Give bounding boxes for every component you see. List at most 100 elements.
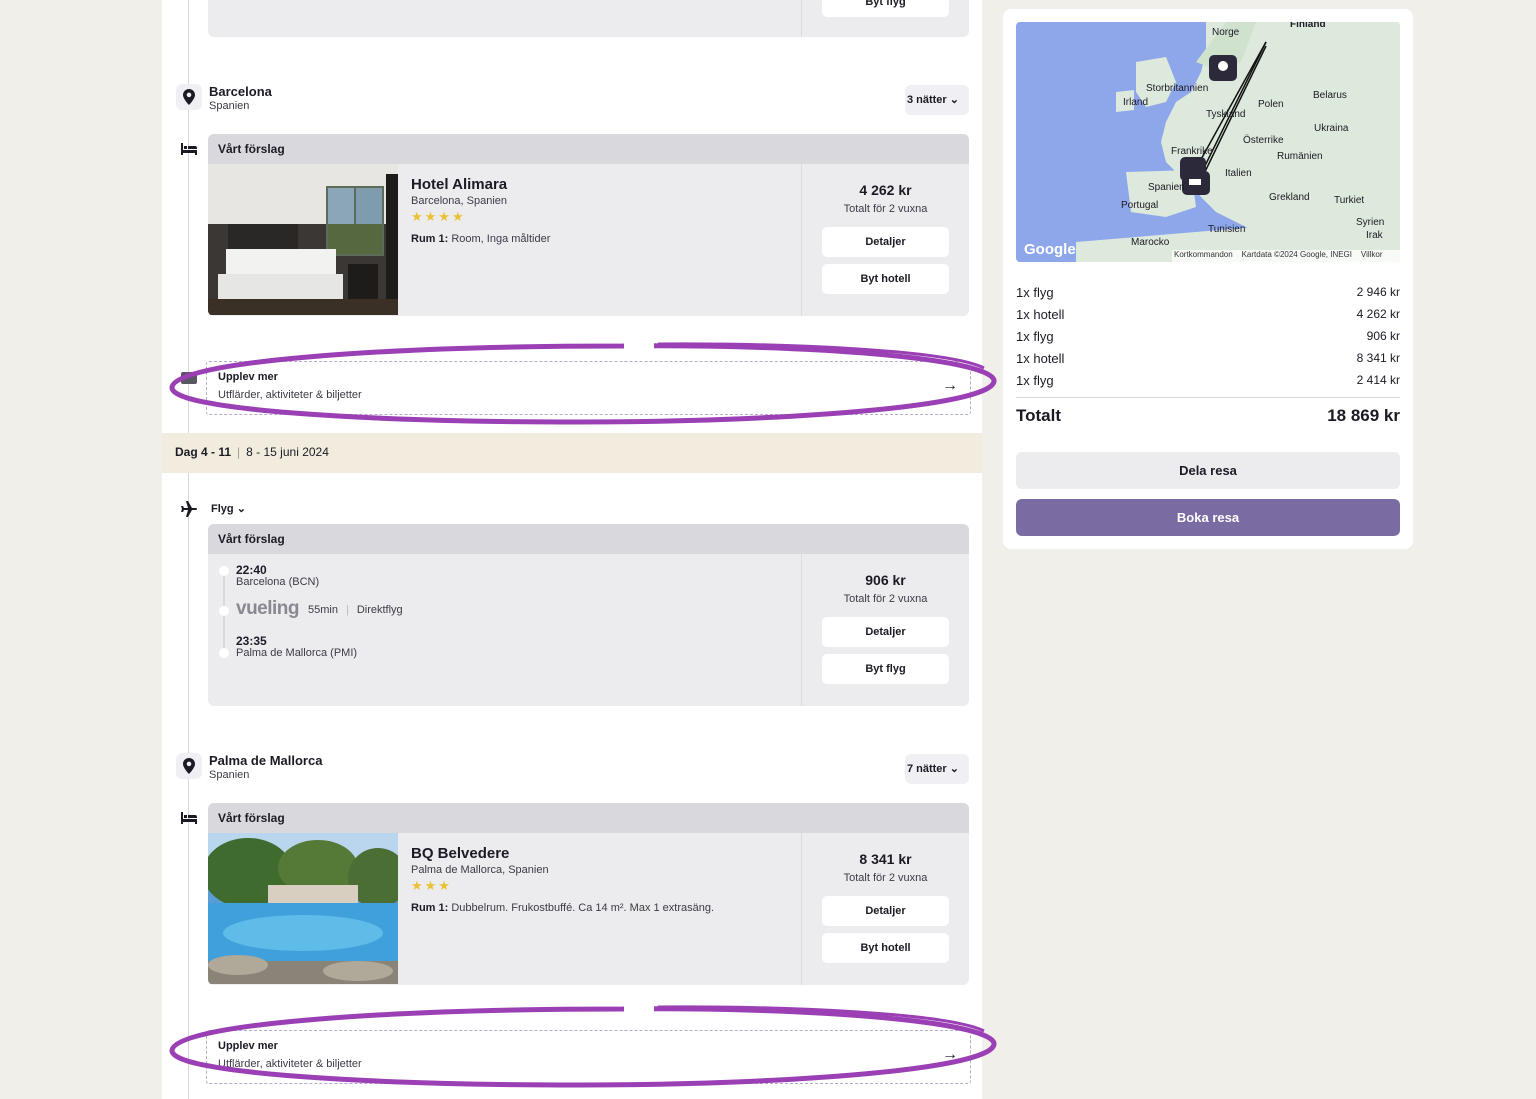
arrival-place: Palma de Mallorca (PMI) [236, 647, 358, 659]
stop-dot-icon [219, 606, 229, 616]
hotel-info: BQ Belvedere Palma de Mallorca, Spanien … [411, 845, 714, 914]
summary-row: 1x flyg 2 946 kr [1016, 285, 1400, 307]
summary-amount: 906 kr [1366, 329, 1400, 343]
timeline-line [188, 0, 189, 1099]
price-subtitle: Totalt för 2 vuxna [843, 203, 928, 215]
room-description: Rum 1: Dubbelrum. Frukostbuffé. Ca 14 m²… [411, 902, 714, 914]
star-rating-icon: ★★★ [411, 878, 452, 893]
experiences-link[interactable]: Upplev mer Utflärder, aktiviteter & bilj… [206, 1030, 971, 1084]
map-label: Syrien [1356, 217, 1385, 228]
total-label: Totalt [1016, 406, 1062, 425]
hotel-price: 4 262 kr [859, 182, 912, 198]
details-button[interactable]: Detaljer [822, 896, 949, 926]
book-trip-button[interactable]: Boka resa [1016, 499, 1400, 536]
arrow-right-icon: → [942, 1046, 958, 1063]
summary-amount: 2 946 kr [1356, 285, 1400, 299]
card-header: Vårt förslag [208, 803, 969, 833]
map-label: Turkiet [1334, 195, 1365, 206]
map-data-text: Kartdata ©2024 Google, INEGI [1241, 250, 1352, 259]
details-button[interactable]: Detaljer [822, 617, 949, 647]
hotel-location: Palma de Mallorca, Spanien [411, 864, 549, 876]
flight-card: Vårt förslag 22:40 Barcelona (BCN) vueli… [208, 524, 969, 706]
map-pin-icon [176, 753, 202, 779]
price-subtitle: Totalt för 2 vuxna [843, 593, 928, 605]
airline-logo: vueling [236, 598, 300, 619]
summary-label: 1x flyg [1016, 285, 1054, 300]
total-row: Totalt 18 869 kr [1016, 397, 1400, 426]
chevron-down-icon: ⌄ [949, 94, 959, 106]
nights-label: 3 nätter [906, 94, 947, 106]
map-label: Tyskland [1206, 109, 1246, 120]
map-label: Frankrike [1171, 146, 1213, 157]
hotel-image[interactable] [208, 833, 398, 984]
map-attribution: Kortkommandon Kartdata ©2024 Google, INE… [1172, 250, 1400, 262]
trip-summary-panel: Finland Norge Storbritannien Irland Bela… [1003, 9, 1413, 549]
star-rating-icon: ★★★★ [411, 209, 466, 224]
share-trip-button[interactable]: Dela resa [1016, 452, 1400, 489]
summary-label: 1x flyg [1016, 373, 1054, 388]
flight-selector-label: Flyg [211, 503, 234, 515]
swap-hotel-button[interactable]: Byt hotell [822, 933, 949, 963]
map-pin-icon [176, 84, 202, 110]
duration-text: 55min [308, 604, 338, 616]
experiences-link[interactable]: Upplev mer Utflärder, aktiviteter & bilj… [206, 361, 971, 415]
flight-price: 906 kr [865, 572, 906, 588]
day-range: Dag 4 - 11 [175, 445, 232, 459]
swap-flight-button[interactable]: Byt flyg [822, 0, 949, 17]
swap-hotel-button[interactable]: Byt hotell [822, 264, 949, 294]
summary-label: 1x hotell [1016, 307, 1065, 322]
map-label: Irak [1366, 230, 1383, 241]
hotel-name[interactable]: BQ Belvedere [411, 845, 714, 862]
map-label: Tunisien [1208, 224, 1246, 235]
day-band: Dag 4 - 11 | 8 - 15 juni 2024 [162, 433, 982, 473]
nights-select[interactable]: 3 nätter ⌄ [904, 85, 969, 115]
price-summary: 1x flyg 2 946 kr 1x hotell 4 262 kr 1x fly… [1016, 285, 1400, 395]
arrow-right-icon: → [942, 377, 958, 394]
nights-select[interactable]: 7 nätter ⌄ [904, 754, 969, 784]
hotel-price: 8 341 kr [859, 851, 912, 867]
route-map[interactable]: Finland Norge Storbritannien Irland Bela… [1016, 22, 1400, 262]
map-label: Italien [1225, 168, 1252, 179]
arrival-dot-icon [219, 648, 229, 658]
terms-link[interactable]: Villkor [1361, 250, 1383, 259]
swap-flight-button[interactable]: Byt flyg [822, 654, 949, 684]
hotel-location: Barcelona, Spanien [411, 195, 508, 207]
bed-icon [177, 137, 201, 161]
experiences-title: Upplev mer [218, 1040, 278, 1052]
departure-place: Barcelona (BCN) [236, 576, 320, 588]
hotel-card-belvedere: Vårt förslag BQ Belvedere Palma de Mallo… [208, 803, 969, 985]
summary-row: 1x flyg 906 kr [1016, 329, 1400, 351]
nights-label: 7 nätter [906, 763, 947, 775]
map-label: Polen [1258, 99, 1284, 110]
bed-icon [177, 806, 201, 830]
price-column: 8 341 kr Totalt för 2 vuxna Detaljer Byt… [801, 833, 969, 985]
date-range: 8 - 15 juni 2024 [246, 445, 329, 459]
google-logo: Google [1024, 241, 1076, 258]
map-label: Finland [1290, 22, 1326, 30]
price-column: Byt flyg [801, 0, 969, 37]
map-label: Portugal [1121, 200, 1159, 211]
summary-row: 1x hotell 4 262 kr [1016, 307, 1400, 329]
location-row-barcelona: Barcelona Spanien 3 nätter ⌄ [176, 84, 969, 116]
airplane-icon [177, 497, 201, 521]
experiences-subtitle: Utflärder, aktiviteter & biljetter [218, 389, 362, 401]
summary-row: 1x hotell 8 341 kr [1016, 351, 1400, 373]
map-label: Spanien [1148, 182, 1185, 193]
location-name: Palma de Mallorca [209, 753, 323, 768]
summary-amount: 8 341 kr [1356, 351, 1400, 365]
hotel-image[interactable] [208, 164, 398, 315]
summary-row: 1x flyg 2 414 kr [1016, 373, 1400, 395]
hotel-card-alimara: Vårt förslag Hotel Alimara Barcelona, Sp… [208, 134, 969, 316]
price-subtitle: Totalt för 2 vuxna [843, 872, 928, 884]
total-amount: 18 869 kr [1327, 406, 1400, 425]
details-button[interactable]: Detaljer [822, 227, 949, 257]
summary-label: 1x hotell [1016, 351, 1065, 366]
flight-selector[interactable]: Flyg ⌄ [211, 502, 246, 515]
previous-flight-card: Byt flyg [208, 0, 969, 37]
location-country: Spanien [209, 100, 250, 112]
hotel-name[interactable]: Hotel Alimara [411, 176, 550, 193]
arrival-time: 23:35 [236, 634, 267, 648]
flight-duration: 55min | Direktflyg [308, 604, 403, 616]
room-description: Rum 1: Room, Inga måltider [411, 233, 550, 245]
keyboard-shortcuts-link[interactable]: Kortkommandon [1174, 250, 1233, 259]
